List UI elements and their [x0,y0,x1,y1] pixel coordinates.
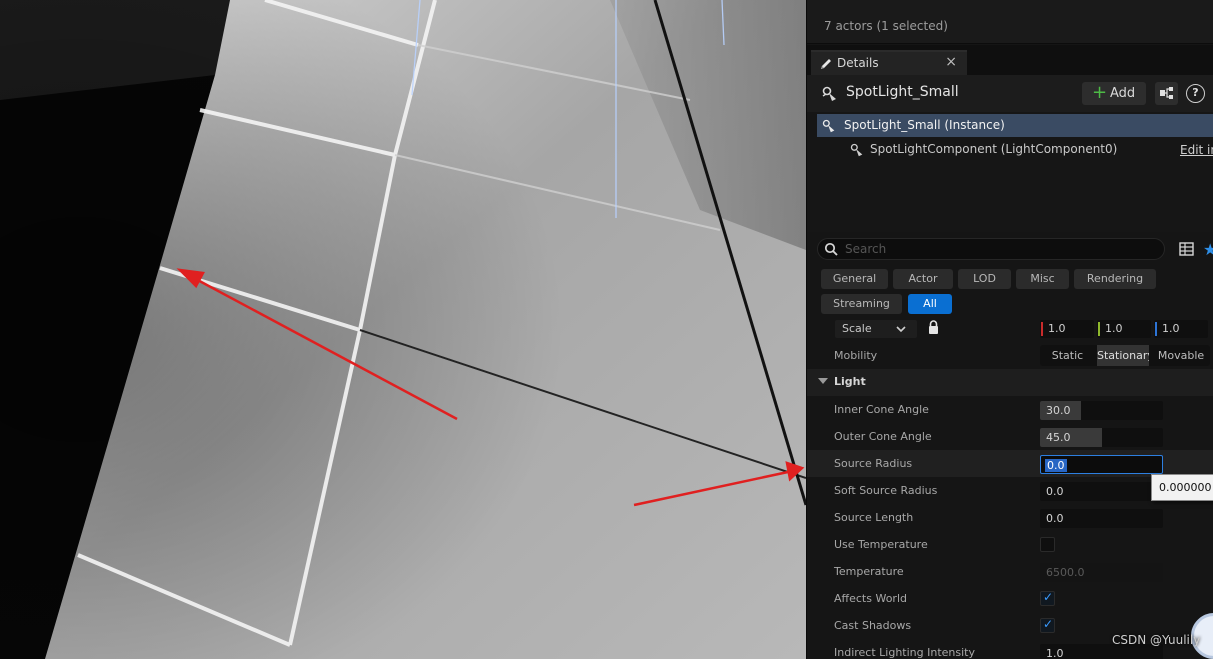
filter-lod[interactable]: LOD [958,269,1011,289]
tab-details-label: Details [837,56,879,70]
checkmark-icon: ✓ [1043,617,1054,631]
use-temperature-checkbox[interactable] [1040,537,1055,552]
source-radius-field[interactable]: 0.0 [1040,455,1163,474]
search-icon [824,242,838,256]
component-spotlight-label: SpotLightComponent (LightComponent0) [870,142,1118,156]
prop-temperature: Temperature 6500.0 [807,558,1213,585]
value-text: 0.0 [1046,512,1064,525]
tab-bar: Details × [807,45,1213,75]
mobility-static[interactable]: Static [1040,345,1095,366]
category-light[interactable]: Light [807,369,1213,396]
value-text: 45.0 [1046,431,1071,444]
mobility-label: Mobility [834,349,878,362]
prop-label: Source Radius [834,457,913,470]
scale-x-value: 1.0 [1048,322,1066,335]
collapse-triangle-icon [818,378,828,384]
outliner-status-bar: 7 actors (1 selected) [807,0,1213,44]
actor-count: 7 actors (1 selected) [824,19,948,33]
prop-outer-cone-angle: Outer Cone Angle 45.0 [807,423,1213,450]
temperature-field[interactable]: 6500.0 [1040,563,1163,582]
add-label: Add [1110,86,1136,101]
filter-general[interactable]: General [821,269,888,289]
favorites-star-icon[interactable]: ★ [1203,240,1213,259]
plus-icon: + [1092,82,1108,103]
edit-in-link[interactable]: Edit in [1180,143,1213,157]
filter-streaming[interactable]: Streaming [821,294,902,314]
scale-y-field[interactable]: 1.0 [1097,320,1151,338]
blueprint-button[interactable] [1155,82,1178,105]
prop-label: Outer Cone Angle [834,430,932,443]
component-tree: SpotLight_Small (Instance) SpotLightComp… [807,112,1213,232]
category-light-label: Light [834,375,866,388]
watermark-text: CSDN @Yuulily [1112,633,1201,647]
spotlight-icon [822,86,836,101]
value-text: 30.0 [1046,404,1071,417]
axis-z-marker [1155,322,1157,336]
prop-inner-cone-angle: Inner Cone Angle 30.0 [807,396,1213,423]
search-row: ★ [807,232,1213,266]
prop-label: Temperature [834,565,904,578]
cast-shadows-checkbox[interactable]: ✓ [1040,617,1055,633]
value-text: 1.0 [1046,647,1064,659]
value-text: 0.0 [1046,485,1064,498]
value-tooltip: 0.000000 [1151,474,1213,501]
tab-details[interactable]: Details × [811,50,967,75]
scale-y-value: 1.0 [1105,322,1123,335]
blueprint-icon [1160,87,1173,99]
level-viewport[interactable] [0,0,806,659]
axis-x-marker [1041,322,1043,336]
prop-use-temperature: Use Temperature [807,531,1213,558]
prop-label: Affects World [834,592,907,605]
actor-header: SpotLight_Small + Add ? [807,75,1213,112]
component-row-instance[interactable]: SpotLight_Small (Instance) [817,114,1213,137]
filter-rendering[interactable]: Rendering [1074,269,1156,289]
axis-y-marker [1098,322,1100,336]
spotlight-component-icon [850,143,863,157]
scale-label: Scale [842,322,872,335]
mobility-stationary[interactable]: Stationary [1097,345,1149,366]
component-instance-label: SpotLight_Small (Instance) [844,118,1005,132]
mobility-toggle: Static Stationary Movable [1040,345,1210,366]
prop-label: Soft Source Radius [834,484,938,497]
close-tab-icon[interactable]: × [945,54,957,70]
prop-label: Source Length [834,511,914,524]
pencil-icon [821,59,831,69]
mobility-movable[interactable]: Movable [1152,345,1210,366]
search-box[interactable] [817,238,1165,260]
value-text: 0.0 [1045,459,1067,472]
scale-x-field[interactable]: 1.0 [1040,320,1094,338]
source-length-field[interactable]: 0.0 [1040,509,1163,528]
checkmark-icon: ✓ [1043,590,1054,604]
add-component-button[interactable]: + Add [1082,82,1146,105]
actor-name: SpotLight_Small [846,84,959,100]
inner-cone-angle-field[interactable]: 30.0 [1040,401,1163,420]
prop-source-length: Source Length 0.0 [807,504,1213,531]
lock-icon[interactable] [927,320,940,335]
spotlight-icon [822,119,835,133]
prop-label: Inner Cone Angle [834,403,929,416]
prop-label: Use Temperature [834,538,928,551]
scale-z-value: 1.0 [1162,322,1180,335]
search-input[interactable] [845,240,1145,258]
component-row-spotlight[interactable]: SpotLightComponent (LightComponent0) [847,139,1213,161]
filter-misc[interactable]: Misc [1016,269,1069,289]
affects-world-checkbox[interactable]: ✓ [1040,590,1055,606]
prop-label: Indirect Lighting Intensity [834,646,975,659]
table-view-icon[interactable] [1179,242,1194,256]
viewport-scene [0,0,806,659]
scale-z-field[interactable]: 1.0 [1154,320,1208,338]
filter-actor[interactable]: Actor [893,269,953,289]
filter-all[interactable]: All [908,294,952,314]
chevron-down-icon [896,326,906,333]
prop-label: Cast Shadows [834,619,912,632]
prop-source-radius: Source Radius 0.0 [807,450,1213,477]
value-text: 6500.0 [1046,566,1085,579]
soft-source-radius-field[interactable]: 0.0 [1040,482,1163,501]
help-icon[interactable]: ? [1186,84,1205,103]
scale-dropdown[interactable]: Scale [835,320,917,338]
outer-cone-angle-field[interactable]: 45.0 [1040,428,1163,447]
details-panel: 7 actors (1 selected) Details × SpotLigh… [806,0,1213,659]
prop-affects-world: Affects World ✓ [807,585,1213,612]
